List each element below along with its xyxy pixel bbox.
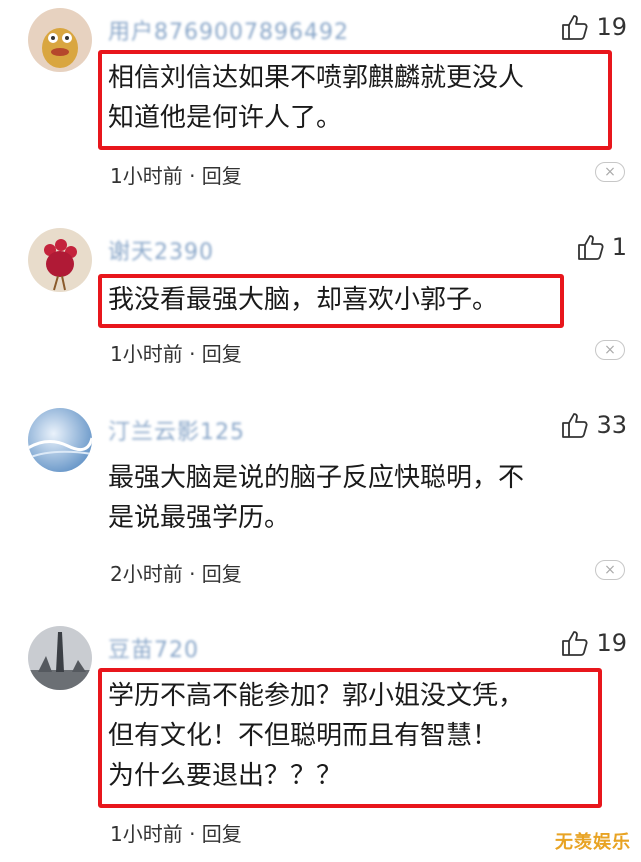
avatar[interactable] bbox=[28, 8, 92, 72]
comment-text: 学历不高不能参加？郭小姐没文凭， 但有文化！不但聪明而且有智慧！ 为什么要退出？… bbox=[108, 676, 524, 796]
username[interactable]: 汀兰云影125 bbox=[108, 414, 245, 446]
comment-line: 知道他是何许人了。 bbox=[108, 103, 343, 133]
avatar[interactable] bbox=[28, 408, 92, 472]
thumbs-up-icon bbox=[577, 235, 604, 260]
like-count: 1 bbox=[611, 233, 627, 261]
close-icon[interactable]: × bbox=[595, 560, 625, 580]
thumbs-up-icon bbox=[562, 15, 588, 40]
comment-meta[interactable]: 1小时前 · 回复 bbox=[110, 160, 242, 189]
like-button[interactable]: 33 bbox=[560, 410, 627, 440]
like-count: 19 bbox=[596, 629, 627, 657]
like-button[interactable]: 1 bbox=[576, 232, 627, 262]
comment-line: 是说最强学历。 bbox=[108, 503, 291, 533]
like-button[interactable]: 19 bbox=[560, 12, 627, 42]
like-button[interactable]: 19 bbox=[560, 628, 627, 658]
thumbs-up-icon bbox=[562, 413, 588, 438]
comment-text: 最强大脑是说的脑子反应快聪明，不 是说最强学历。 bbox=[108, 458, 524, 538]
avatar[interactable] bbox=[28, 228, 92, 292]
comment-meta[interactable]: 1小时前 · 回复 bbox=[110, 818, 242, 847]
watermark: 无羡娱乐 bbox=[555, 832, 631, 853]
comment-line: 我没看最强大脑，却喜欢小郭子。 bbox=[108, 285, 499, 315]
close-icon[interactable]: × bbox=[595, 162, 625, 182]
comment-meta[interactable]: 2小时前 · 回复 bbox=[110, 558, 242, 587]
like-count: 19 bbox=[596, 13, 627, 41]
avatar[interactable] bbox=[28, 626, 92, 690]
comment-line: 但有文化！不但聪明而且有智慧！ bbox=[108, 721, 499, 751]
comment-text: 相信刘信达如果不喷郭麒麟就更没人 知道他是何许人了。 bbox=[108, 58, 524, 138]
comment-line: 最强大脑是说的脑子反应快聪明，不 bbox=[108, 463, 525, 493]
username[interactable]: 豆苗720 bbox=[108, 632, 199, 664]
like-count: 33 bbox=[596, 411, 627, 439]
comment-meta[interactable]: 1小时前 · 回复 bbox=[110, 338, 242, 367]
close-icon[interactable]: × bbox=[595, 340, 625, 360]
thumbs-up-icon bbox=[562, 631, 588, 656]
comment-line: 学历不高不能参加？郭小姐没文凭， bbox=[108, 681, 525, 711]
username[interactable]: 谢天2390 bbox=[108, 234, 214, 266]
comment-text: 我没看最强大脑，却喜欢小郭子。 bbox=[108, 280, 498, 320]
comment-line: 相信刘信达如果不喷郭麒麟就更没人 bbox=[108, 63, 525, 93]
username[interactable]: 用户8769007896492 bbox=[108, 14, 349, 46]
comment-line: 为什么要退出？？？ bbox=[108, 761, 343, 791]
